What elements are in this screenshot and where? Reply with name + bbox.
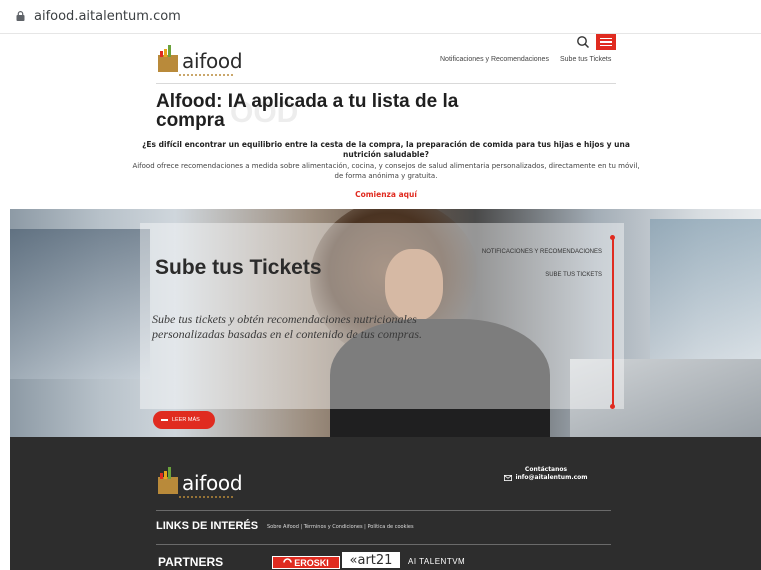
side-nav-progress-line [612,237,614,407]
contact-email-text: info@aitalentum.com [515,474,588,481]
partner-logo-eroski[interactable]: EROSKI [272,556,340,569]
header-divider [156,83,616,84]
banner-subtitle: Sube tus tickets y obtén recomendaciones… [152,312,422,341]
logo-dots [178,74,234,76]
partner-eroski-text: EROSKI [294,557,329,568]
hamburger-menu-button[interactable] [596,34,616,50]
footer-logo-text: aifood [182,471,243,495]
mail-icon [504,474,513,481]
logo-text: aifood [182,49,243,73]
nav-link-notificaciones[interactable]: Notificaciones y Recomendaciones [440,56,549,63]
links-title: LINKS DE INTERÉS [156,520,259,532]
partner-logo-aitalentum[interactable]: AI TALENTVM [408,557,465,566]
search-icon[interactable] [576,35,590,49]
side-nav-dot[interactable] [610,404,615,409]
partner-logo-art21[interactable]: «art21 [342,552,400,568]
contact-email-link[interactable]: info@aitalentum.com [484,474,608,481]
partners-title: PARTNERS [158,555,224,569]
link-cookies[interactable]: Política de cookies [367,524,413,530]
hero-banner: Sube tus Tickets Sube tus tickets y obté… [10,209,761,437]
banner-side-nav: NOTIFICACIONES Y RECOMENDACIONES SUBE TU… [480,249,602,295]
logo-dots [178,496,234,498]
shopping-bag-logo-icon [158,467,178,494]
partner-aitalentum-text: AI TALENTVM [408,557,466,566]
footer-logo[interactable]: aifood [156,467,243,498]
leer-mas-button[interactable]: LEER MÁS [153,411,215,429]
footer-links: Sobre Aifood | Términos y Condiciones | … [267,524,414,530]
partner-art21-text: «art21 [349,552,393,568]
lock-icon [16,11,25,21]
dash-icon [161,419,168,421]
side-nav-sube-tickets[interactable]: SUBE TUS TICKETS [480,272,602,279]
contact-title: Contáctanos [524,466,568,473]
link-terminos[interactable]: Términos y Condiciones [304,524,363,530]
menu-bar [600,41,612,43]
side-nav-notificaciones[interactable]: NOTIFICACIONES Y RECOMENDACIONES [480,249,602,256]
intro-description: Aifood ofrece recomendaciones a medida s… [132,162,640,180]
browser-address-bar[interactable]: aifood.aitalentum.com [0,0,761,34]
site-logo[interactable]: aifood [156,45,243,76]
eroski-mark-icon [283,558,293,563]
web-page: aifood Notificaciones y Recomendaciones … [10,34,761,570]
url-text[interactable]: aifood.aitalentum.com [34,9,181,24]
banner-title: Sube tus Tickets [155,256,322,279]
footer-divider [156,510,611,511]
side-nav-dot[interactable] [610,235,615,240]
page-title: Alfood: IA aplicada a tu lista de la com… [156,91,459,131]
footer-divider [156,544,611,545]
nav-link-sube-tickets[interactable]: Sube tus Tickets [560,56,611,63]
leer-mas-label: LEER MÁS [172,417,200,423]
site-footer: aifood Contáctanos info@aitalentum.com L… [10,437,761,570]
link-sobre-aifood[interactable]: Sobre Aifood [267,524,299,530]
shopping-bag-logo-icon [158,45,178,72]
comienza-aqui-link[interactable]: Comienza aquí [130,190,642,199]
banner-bg-shelf [10,229,150,379]
intro-question: ¿Es difícil encontrar un equilibrio entr… [142,140,630,159]
menu-bar [600,37,612,40]
menu-bar [600,44,612,47]
